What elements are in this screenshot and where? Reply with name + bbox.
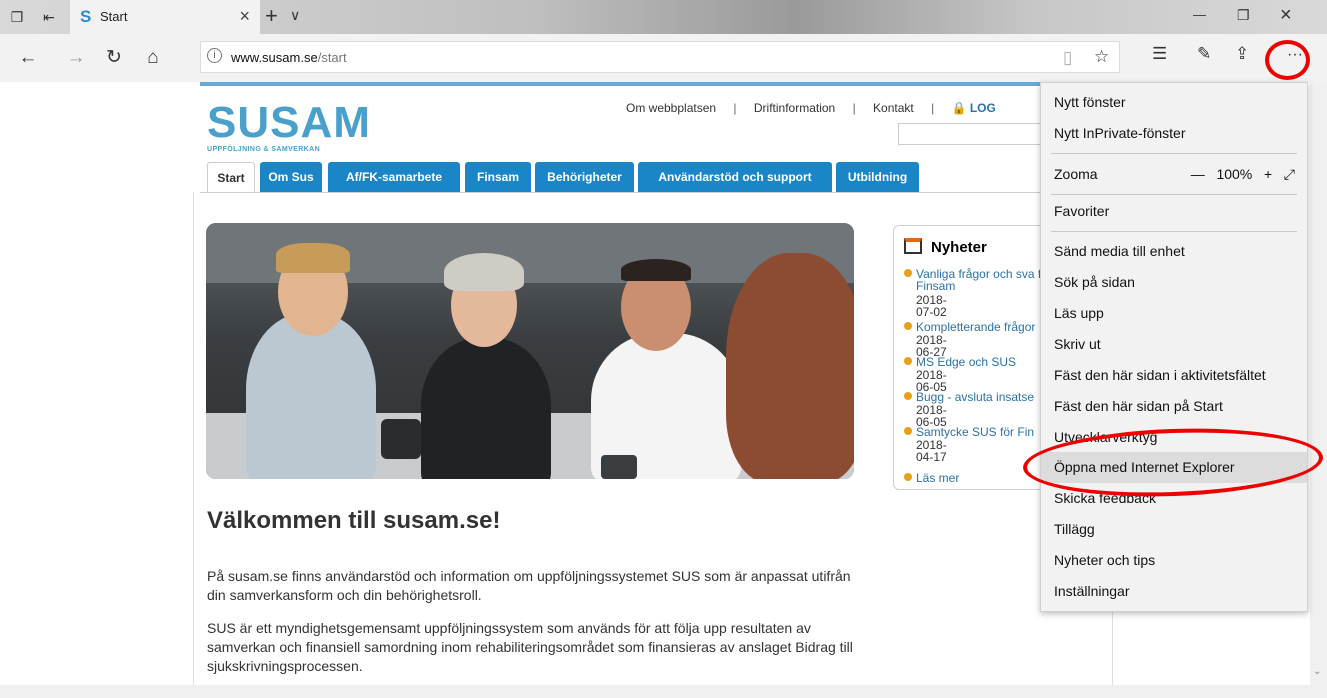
page-title: Välkommen till susam.se! [207, 507, 501, 534]
zoom-level: 100% [1216, 166, 1253, 182]
bullet-icon [904, 473, 912, 481]
bullet-icon [904, 269, 912, 277]
intro-paragraph: På susam.se finns användarstöd och infor… [207, 568, 851, 603]
vertical-scrollbar[interactable]: ⌄ [1310, 82, 1327, 685]
highlight-circle-more-button [1265, 40, 1310, 80]
tab-dropdown-icon[interactable]: ∨ [290, 7, 300, 24]
link-om-webbplatsen[interactable]: Om webbplatsen [626, 101, 716, 115]
link-kontakt[interactable]: Kontakt [873, 101, 914, 115]
tab-utbildning[interactable]: Utbildning [836, 162, 919, 192]
scroll-down-icon[interactable]: ⌄ [1313, 666, 1321, 677]
menu-separator [1051, 231, 1297, 232]
zoom-out-button[interactable]: — [1191, 166, 1205, 182]
menu-item-pin-start[interactable]: Fäst den här sidan på Start [1041, 391, 1307, 422]
url-text[interactable]: www.susam.se/start [231, 50, 347, 65]
tab-af-fk[interactable]: Af/FK-samarbete [328, 162, 460, 192]
menu-item-new-inprivate[interactable]: Nytt InPrivate-fönster [1041, 118, 1307, 149]
favorites-hub-icon[interactable]: ☰ [1152, 44, 1167, 64]
tab-finsam[interactable]: Finsam [465, 162, 531, 192]
tab-start[interactable]: S Start × [70, 0, 260, 34]
new-tab-button[interactable]: + [265, 3, 278, 29]
menu-item-print[interactable]: Skriv ut [1041, 329, 1307, 360]
address-bar[interactable]: i www.susam.se/start ▯ ☆ [200, 41, 1120, 73]
tab-title: Start [100, 9, 128, 24]
menu-item-whats-new[interactable]: Nyheter och tips [1041, 545, 1307, 576]
menu-item-new-window[interactable]: Nytt fönster [1041, 87, 1307, 118]
menu-item-read-aloud[interactable]: Läs upp [1041, 298, 1307, 329]
menu-item-zoom[interactable]: Zooma — 100% + ⤢ [1041, 159, 1307, 190]
bullet-icon [904, 427, 912, 435]
restore-button[interactable]: ❐ [1237, 7, 1250, 24]
forward-icon[interactable]: → [62, 44, 90, 72]
set-tabs-aside-icon[interactable]: ⇤ [40, 8, 58, 26]
navigation-bar: ← → ↻ ⌂ i www.susam.se/start ▯ ☆ ☰ ✎ ⇪ ·… [0, 34, 1327, 82]
favorite-star-icon[interactable]: ☆ [1094, 47, 1109, 67]
news-box: Nyheter Vanliga frågor och sva för Finsa… [893, 225, 1053, 490]
tab-om-sus[interactable]: Om Sus [260, 162, 322, 192]
site-search-input[interactable] [898, 123, 1048, 145]
minimize-button[interactable]: — [1193, 7, 1206, 22]
info-icon[interactable]: i [207, 48, 222, 63]
web-note-icon[interactable]: ✎ [1197, 44, 1211, 64]
tab-behorigheter[interactable]: Behörigheter [535, 162, 634, 192]
reading-view-icon[interactable]: ▯ [1063, 48, 1072, 68]
menu-item-extensions[interactable]: Tillägg [1041, 514, 1307, 545]
logo[interactable]: SUSAM UPPFÖLJNING & SAMVERKAN [207, 100, 371, 154]
menu-separator [1051, 194, 1297, 195]
link-driftinformation[interactable]: Driftinformation [754, 101, 835, 115]
news-header: Nyheter [931, 239, 987, 256]
bullet-icon [904, 357, 912, 365]
header-bar [200, 82, 1104, 86]
zoom-controls: — 100% + ⤢ [1191, 159, 1295, 190]
fullscreen-icon[interactable]: ⤢ [1284, 166, 1295, 182]
refresh-icon[interactable]: ↻ [100, 44, 128, 72]
description-paragraph: SUS är ett myndighetsgemensamt uppföljni… [207, 620, 853, 674]
menu-item-cast-media[interactable]: Sänd media till enhet [1041, 236, 1307, 267]
close-window-button[interactable]: × [1280, 4, 1292, 27]
menu-item-settings[interactable]: Inställningar [1041, 576, 1307, 607]
bullet-icon [904, 392, 912, 400]
menu-item-favorites[interactable]: Favoriter [1041, 196, 1307, 227]
tab-preview-icon[interactable]: ❐ [8, 8, 26, 26]
bullet-icon [904, 322, 912, 330]
login-link[interactable]: 🔒 LOG [952, 101, 1010, 115]
hero-image [206, 223, 854, 479]
back-icon[interactable]: ← [14, 44, 42, 72]
menu-item-pin-taskbar[interactable]: Fäst den här sidan i aktivitetsfältet [1041, 360, 1307, 391]
tab-close-icon[interactable]: × [239, 6, 250, 27]
tab-start-site[interactable]: Start [207, 162, 255, 192]
home-icon[interactable]: ⌂ [139, 44, 167, 72]
menu-separator [1051, 153, 1297, 154]
favicon: S [80, 7, 92, 26]
tab-strip: ❐ ⇤ S Start × + ∨ — ❐ × [0, 0, 1327, 34]
top-links: Om webbplatsen | Driftinformation | Kont… [626, 101, 1024, 115]
horizontal-scrollbar[interactable] [0, 685, 1327, 698]
tab-anvandarstod[interactable]: Användarstöd och support [638, 162, 832, 192]
more-menu: Nytt fönster Nytt InPrivate-fönster Zoom… [1040, 82, 1308, 612]
news-icon [904, 238, 922, 254]
zoom-in-button[interactable]: + [1264, 166, 1272, 182]
menu-item-find-on-page[interactable]: Sök på sidan [1041, 267, 1307, 298]
share-icon[interactable]: ⇪ [1235, 44, 1249, 64]
